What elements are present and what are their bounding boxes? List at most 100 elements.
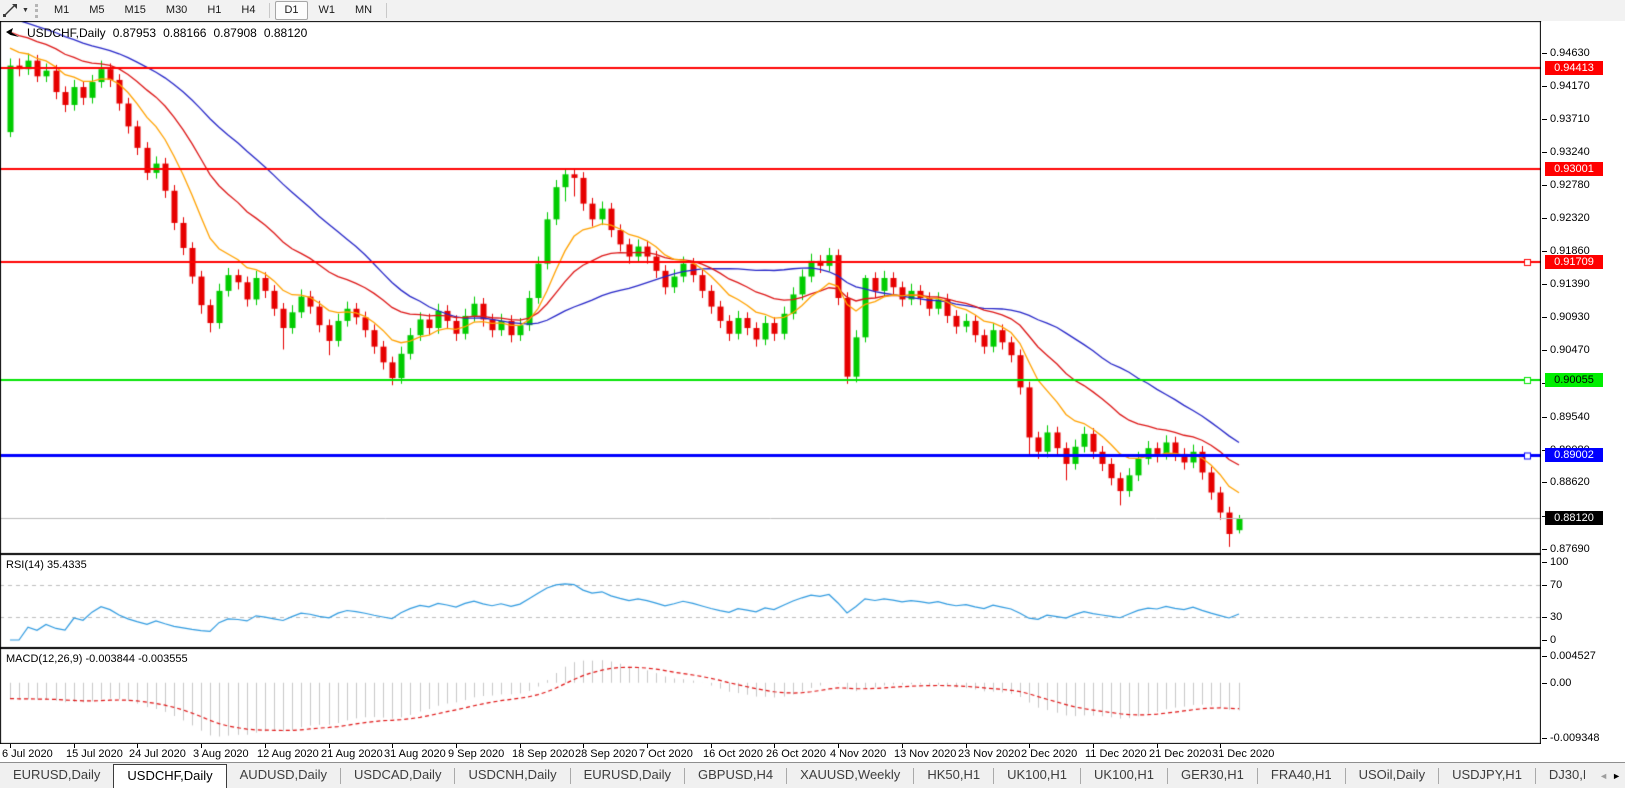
- timeframe-button-mn[interactable]: MN: [346, 1, 381, 20]
- toolbar-dropdown-caret-icon[interactable]: ▼: [22, 7, 29, 14]
- macd-name: MACD(12,26,9): [6, 653, 82, 665]
- date-axis: 6 Jul 2020 15 Jul 2020 24 Jul 2020 3 Aug 20…: [0, 744, 1625, 762]
- rsi-tick-mark: [1542, 617, 1547, 618]
- macd-main-value: -0.003844: [85, 653, 135, 665]
- timeframe-button-m30[interactable]: M30: [157, 1, 196, 20]
- price-tick-label: 0.94630: [1550, 47, 1590, 59]
- chart-tab-xauusd-weekly[interactable]: XAUUSD,Weekly: [787, 763, 913, 788]
- open-value: 0.87953: [113, 26, 156, 40]
- macd-tick-label: 0.00: [1550, 677, 1571, 689]
- macd-tick-mark: [1542, 656, 1547, 657]
- hline-price-badge: 0.94413: [1545, 61, 1603, 75]
- timeframe-button-h1[interactable]: H1: [198, 1, 230, 20]
- hline-price-badge: 0.89002: [1545, 448, 1603, 462]
- date-tick-label: 3 Aug 2020: [193, 748, 249, 760]
- timeframe-button-d1[interactable]: D1: [275, 1, 307, 20]
- chart-tab-uk100-h1[interactable]: UK100,H1: [994, 763, 1080, 788]
- date-tick-label: 21 Aug 2020: [321, 748, 383, 760]
- price-tick-mark: [1542, 53, 1547, 54]
- rsi-tick-mark: [1542, 585, 1547, 586]
- date-tick-label: 2 Dec 2020: [1021, 748, 1077, 760]
- timeframe-buttons: M1M5M15M30H1H4 D1W1MN: [44, 1, 391, 20]
- rsi-label: RSI(14) 35.4335: [6, 559, 87, 571]
- date-tick-label: 4 Nov 2020: [830, 748, 886, 760]
- timeframe-button-w1[interactable]: W1: [310, 1, 345, 20]
- date-tick-label: 23 Nov 2020: [958, 748, 1020, 760]
- timeframe-button-m1[interactable]: M1: [45, 1, 78, 20]
- price-tick-mark: [1542, 417, 1547, 418]
- macd-tick-mark: [1542, 738, 1547, 739]
- date-tick-label: 18 Sep 2020: [512, 748, 574, 760]
- chart-tab-eurusd-daily[interactable]: EURUSD,Daily: [571, 763, 684, 788]
- price-tick-mark: [1542, 119, 1547, 120]
- toolbar-grip-handle[interactable]: [35, 4, 38, 18]
- price-tick-mark: [1542, 251, 1547, 252]
- tab-scroll-right-icon[interactable]: ►: [1612, 771, 1621, 781]
- price-tick-label: 0.94170: [1550, 80, 1590, 92]
- close-value: 0.88120: [264, 26, 307, 40]
- rsi-value: 35.4335: [47, 559, 87, 571]
- rsi-tick-mark: [1542, 640, 1547, 641]
- macd-indicator-canvas[interactable]: [0, 648, 1541, 744]
- price-tick-label: 0.93710: [1550, 113, 1590, 125]
- date-tick-label: 31 Dec 2020: [1212, 748, 1274, 760]
- current-price-badge: 0.88120: [1545, 511, 1603, 525]
- price-tick-mark: [1542, 284, 1547, 285]
- chart-tab-eurusd-daily[interactable]: EURUSD,Daily: [0, 763, 113, 788]
- date-tick-label: 6 Jul 2020: [2, 748, 53, 760]
- rsi-indicator-canvas[interactable]: [0, 554, 1541, 648]
- date-tick-label: 13 Nov 2020: [894, 748, 956, 760]
- price-tick-label: 0.90470: [1550, 344, 1590, 356]
- line-studies-icon[interactable]: [1, 2, 20, 19]
- chart-tab-usdcad-daily[interactable]: USDCAD,Daily: [341, 763, 454, 788]
- date-tick-label: 15 Jul 2020: [66, 748, 123, 760]
- price-tick-label: 0.88620: [1550, 476, 1590, 488]
- low-value: 0.87908: [213, 26, 256, 40]
- tab-scroll-left-icon[interactable]: ◄: [1599, 771, 1608, 781]
- timeframe-button-m15[interactable]: M15: [116, 1, 155, 20]
- timeframe-button-m5[interactable]: M5: [80, 1, 113, 20]
- rsi-name: RSI(14): [6, 559, 44, 571]
- price-tick-label: 0.93240: [1550, 146, 1590, 158]
- rsi-tick-label: 0: [1550, 634, 1556, 646]
- macd-signal-value: -0.003555: [138, 653, 188, 665]
- chart-tab-ger30-h1[interactable]: GER30,H1: [1168, 763, 1257, 788]
- price-tick-label: 0.91390: [1550, 278, 1590, 290]
- price-tick-mark: [1542, 482, 1547, 483]
- chart-tab-hk50-h1[interactable]: HK50,H1: [914, 763, 993, 788]
- price-tick-mark: [1542, 317, 1547, 318]
- chart-tab-usdchf-daily[interactable]: USDCHF,Daily: [113, 764, 226, 788]
- high-value: 0.88166: [163, 26, 206, 40]
- timeframe-button-h4[interactable]: H4: [232, 1, 264, 20]
- tab-scroll-controls: ◄ ►: [1585, 763, 1625, 788]
- chart-tab-usoil-daily[interactable]: USOil,Daily: [1346, 763, 1438, 788]
- date-tick-label: 26 Oct 2020: [766, 748, 826, 760]
- chart-tab-fra40-h1[interactable]: FRA40,H1: [1258, 763, 1345, 788]
- price-tick-mark: [1542, 549, 1547, 550]
- chart-arrow-icon: [6, 28, 20, 38]
- rsi-tick-label: 70: [1550, 579, 1562, 591]
- price-tick-mark: [1542, 185, 1547, 186]
- hline-price-badge: 0.91709: [1545, 255, 1603, 269]
- rsi-tick-label: 30: [1550, 611, 1562, 623]
- chart-tab-usdjpy-h1[interactable]: USDJPY,H1: [1439, 763, 1535, 788]
- toolbar-separator: [386, 3, 387, 18]
- chart-title: USDCHF,Daily 0.87953 0.88166 0.87908 0.8…: [6, 26, 307, 40]
- date-tick-label: 11 Dec 2020: [1085, 748, 1147, 760]
- date-tick-label: 21 Dec 2020: [1149, 748, 1211, 760]
- price-axis: 0.946300.941700.937100.932400.927800.923…: [1542, 21, 1625, 744]
- chart-tab-usdcnh-daily[interactable]: USDCNH,Daily: [455, 763, 569, 788]
- main-chart-canvas[interactable]: [0, 21, 1541, 554]
- price-tick-mark: [1542, 86, 1547, 87]
- chart-tab-uk100-h1[interactable]: UK100,H1: [1081, 763, 1167, 788]
- macd-tick-label: -0.009348: [1550, 732, 1600, 744]
- date-tick-label: 24 Jul 2020: [129, 748, 186, 760]
- hline-price-badge: 0.90055: [1545, 373, 1603, 387]
- ohlc-values: 0.87953 0.88166 0.87908 0.88120: [113, 26, 308, 40]
- chart-tab-bar: EURUSD,DailyUSDCHF,DailyAUDUSD,DailyUSDC…: [0, 762, 1625, 788]
- date-tick-label: 28 Sep 2020: [575, 748, 637, 760]
- chart-tab-audusd-daily[interactable]: AUDUSD,Daily: [227, 763, 340, 788]
- price-tick-mark: [1542, 218, 1547, 219]
- chart-tab-gbpusd-h4[interactable]: GBPUSD,H4: [685, 763, 786, 788]
- date-tick-label: 9 Sep 2020: [448, 748, 504, 760]
